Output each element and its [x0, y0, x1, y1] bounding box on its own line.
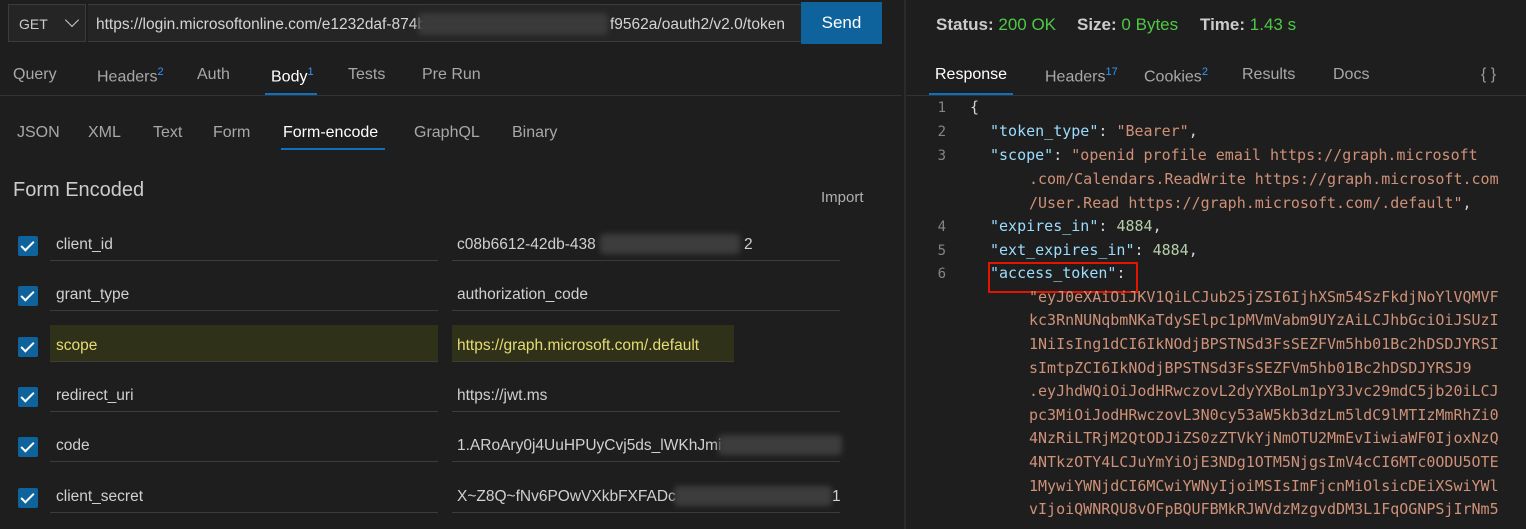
value-redaction [718, 435, 842, 455]
status-indicator: Status: 200 OK [936, 15, 1057, 34]
checkbox[interactable] [18, 437, 38, 457]
json-line-scope-cont: .com/Calendars.ReadWrite https://graph.m… [1029, 170, 1499, 188]
cookies-count-badge: 2 [1201, 66, 1208, 78]
tab-docs[interactable]: Docs [1333, 66, 1369, 84]
key-field[interactable]: grant_type [50, 274, 438, 311]
body-tab-graphql[interactable]: GraphQL [414, 124, 480, 142]
method-label: GET [19, 16, 48, 32]
tab-pre-run[interactable]: Pre Run [422, 66, 481, 84]
url-input[interactable]: https://login.microsoftonline.com/e1232d… [88, 4, 802, 42]
json-line-expires-in: "expires_in": 4884, [990, 217, 1162, 235]
body-tab-json[interactable]: JSON [17, 124, 60, 142]
url-text-end: f9562a/oauth2/v2.0/token [610, 16, 785, 33]
form-title: Form Encoded [13, 179, 145, 201]
key-field[interactable]: redirect_uri [50, 375, 438, 412]
line-number: 2 [937, 124, 946, 140]
checkbox[interactable] [18, 387, 38, 407]
tab-response-headers[interactable]: Headers17 [1045, 66, 1118, 86]
access-token-line: .eyJhdWQiOiJodHRwczovL2dyYXBoLm1pY3Jvc29… [1029, 382, 1499, 400]
tab-cookies[interactable]: Cookies2 [1144, 66, 1208, 86]
checkbox[interactable] [18, 337, 38, 357]
form-row: grant_type authorization_code [0, 274, 904, 324]
size-value: 0 Bytes [1121, 15, 1179, 34]
json-line-scope-cont: /User.Read https://graph.microsoft.com/.… [1029, 194, 1472, 212]
url-redaction [418, 13, 608, 35]
key-field[interactable]: scope [50, 325, 438, 362]
value-redaction [600, 234, 740, 254]
tab-query[interactable]: Query [13, 66, 57, 84]
headers-count-badge: 17 [1105, 66, 1118, 78]
chevron-down-icon [64, 12, 80, 28]
json-open-brace: { [970, 98, 980, 116]
json-line-scope: "scope": "openid profile email https://g… [990, 146, 1478, 164]
access-token-line: sImtpZCI6IkNOdjBPSTNSd3FsSEZFVm5hb01Bc2h… [1029, 359, 1472, 377]
body-tab-xml[interactable]: XML [88, 124, 121, 142]
value-field[interactable]: https://graph.microsoft.com/.default [452, 325, 734, 362]
send-button[interactable]: Send [801, 2, 882, 44]
time-indicator: Time: 1.43 s [1200, 15, 1297, 34]
value-field[interactable]: X~Z8Q~fNv6POwVXkbFXFADc 1 [452, 476, 841, 513]
request-pane: GET https://login.microsoftonline.com/e1… [0, 0, 904, 529]
tab-results[interactable]: Results [1242, 66, 1295, 84]
key-field[interactable]: client_secret [50, 476, 438, 513]
body-tab-underline [281, 148, 385, 150]
value-redaction [674, 486, 832, 506]
line-number: 1 [937, 100, 946, 116]
json-line-ext-expires-in: "ext_expires_in": 4884, [990, 241, 1198, 259]
body-tab-text[interactable]: Text [153, 124, 182, 142]
tab-body[interactable]: Body1 [271, 66, 314, 86]
line-number: 5 [937, 243, 946, 259]
access-token-line: 1NiIsIng1dCI6IkNOdjBPSTNSd3FsSEZFVm5hb01… [1029, 335, 1499, 353]
value-field[interactable]: https://jwt.ms [452, 375, 840, 412]
time-value: 1.43 s [1249, 15, 1297, 34]
body-tab-binary[interactable]: Binary [512, 124, 557, 142]
line-number: 6 [937, 266, 946, 282]
value-field[interactable]: c08b6612-42db-438 2 [452, 224, 840, 261]
line-number: 4 [937, 219, 946, 235]
url-text-start: https://login.microsoftonline.com/e1232d… [96, 16, 440, 33]
form-row-highlighted: scope https://graph.microsoft.com/.defau… [0, 325, 904, 375]
size-indicator: Size: 0 Bytes [1077, 15, 1179, 34]
body-tab-form[interactable]: Form [213, 124, 250, 142]
import-button[interactable]: Import [821, 189, 864, 206]
access-token-line: 4NTkzOTY4LCJuYmYiOjE3NDg1OTM5NjgsImV4cCI… [1029, 453, 1499, 471]
body-count-badge: 1 [307, 66, 314, 78]
access-token-line: pc3MiOiJodHRwczovL3N0cy53aW5kb3dzLm5ldC9… [1029, 406, 1499, 424]
tab-headers[interactable]: Headers2 [97, 66, 164, 86]
method-select[interactable]: GET [8, 4, 86, 42]
tabs-divider [0, 95, 902, 96]
line-number: 3 [937, 148, 946, 164]
headers-count-badge: 2 [157, 66, 164, 78]
access-token-line: 1MywiYWNjdCI6MCwiYWNyIjoiMSIsImFjcnMiOls… [1029, 477, 1499, 495]
value-field[interactable]: 1.ARoAry0j4UuHPUyCvj5ds_lWKhJmi [452, 425, 842, 462]
key-field[interactable]: code [50, 425, 438, 462]
form-row: code 1.ARoAry0j4UuHPUyCvj5ds_lWKhJmi [0, 425, 904, 475]
form-row: client_id c08b6612-42db-438 2 [0, 224, 904, 274]
form-row: client_secret X~Z8Q~fNv6POwVXkbFXFADc 1 [0, 476, 904, 526]
body-tab-form-encode[interactable]: Form-encode [283, 124, 378, 142]
value-field[interactable]: authorization_code [452, 274, 840, 311]
access-token-line: "eyJ0eXAiOiJKV1QiLCJub25jZSI6IjhXSm54SzF… [1029, 288, 1499, 306]
form-row: redirect_uri https://jwt.ms [0, 375, 904, 425]
key-field[interactable]: client_id [50, 224, 438, 261]
checkbox[interactable] [18, 488, 38, 508]
status-value: 200 OK [998, 15, 1057, 34]
checkbox[interactable] [18, 236, 38, 256]
checkbox[interactable] [18, 286, 38, 306]
tab-tests[interactable]: Tests [348, 66, 385, 84]
access-token-line: kc3RnNUNqbmNKaTdySElpc1pMVmVabm9UYzAiLCJ… [1029, 311, 1499, 329]
format-json-icon[interactable]: { } [1481, 66, 1496, 84]
access-token-line: 4NzRiLTRjM2QtODJiZS0zZTVkYjNmOTU2MmEvIiw… [1029, 429, 1499, 447]
response-tabs-divider [906, 95, 1526, 96]
json-line-token-type: "token_type": "Bearer", [990, 122, 1198, 140]
tab-response[interactable]: Response [935, 66, 1007, 84]
tab-auth[interactable]: Auth [197, 66, 230, 84]
access-token-line: vIjoiQWNRQU8vOFpBQUFBMkRJWVdzMzgvdDM3L1F… [1029, 500, 1499, 518]
